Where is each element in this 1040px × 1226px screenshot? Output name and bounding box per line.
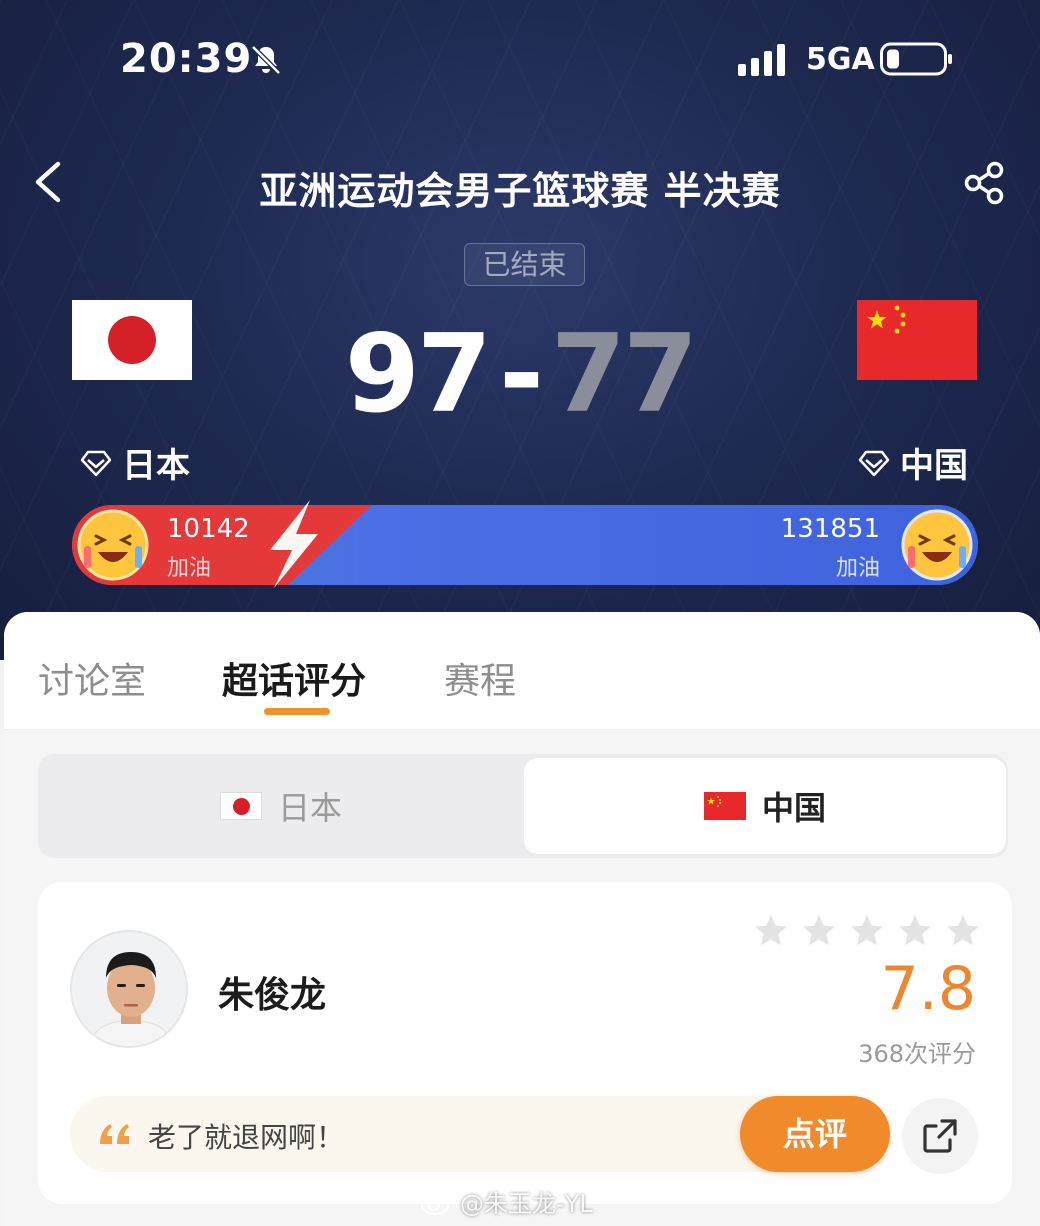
- team-switch-china-label: 中国: [761, 789, 826, 827]
- active-tab-indicator: [264, 708, 330, 715]
- player-name: 朱俊龙: [218, 975, 327, 1016]
- diamond-icon: [80, 450, 112, 476]
- lightning-bolt-icon: [270, 500, 318, 588]
- star-icon[interactable]: [800, 912, 838, 950]
- home-score: 97: [344, 312, 492, 437]
- away-cheer-label: 加油: [835, 556, 880, 581]
- player-photo: [72, 932, 186, 1046]
- share-icon[interactable]: [962, 160, 1008, 206]
- team-switch-japan[interactable]: 日本: [40, 758, 522, 854]
- tab-discussion[interactable]: 讨论室: [38, 652, 146, 704]
- top-comment-text: 老了就退网啊！: [148, 1121, 345, 1154]
- rating-count: 368次评分: [858, 1040, 976, 1068]
- watermark: @朱玉龙-YL: [420, 1184, 593, 1219]
- scoreboard: 97-77: [0, 312, 1040, 437]
- japan-flag-icon: [219, 792, 262, 820]
- tab-bar: [4, 612, 1040, 730]
- signal-icon: [738, 44, 785, 76]
- cheer-away-emoji-icon[interactable]: [900, 508, 974, 582]
- player-avatar[interactable]: [70, 930, 188, 1048]
- network-type: 5GA: [806, 42, 875, 77]
- away-team-name: 中国: [900, 446, 968, 486]
- quote-icon: [100, 1124, 129, 1144]
- home-team-name: 日本: [122, 446, 190, 486]
- home-cheer-label: 加油: [167, 556, 212, 581]
- away-cheer-count: 131851: [780, 514, 880, 544]
- away-team[interactable]: 中国: [858, 438, 968, 487]
- share-rating-button[interactable]: [902, 1098, 978, 1174]
- diamond-icon: [858, 450, 890, 476]
- star-rating[interactable]: [752, 912, 982, 950]
- score-separator: -: [499, 312, 544, 437]
- away-score: 77: [550, 312, 698, 437]
- review-button[interactable]: 点评: [740, 1096, 890, 1172]
- watermark-text: @朱玉龙-YL: [460, 1190, 593, 1218]
- weibo-logo-icon: [420, 1190, 453, 1215]
- player-rating-score: 7.8: [880, 954, 976, 1024]
- external-share-icon: [923, 1119, 957, 1153]
- team-switch-japan-label: 日本: [277, 789, 342, 827]
- home-team[interactable]: 日本: [80, 438, 190, 487]
- star-icon[interactable]: [848, 912, 886, 950]
- star-icon[interactable]: [896, 912, 934, 950]
- team-switch-china[interactable]: 中国: [524, 758, 1006, 854]
- star-icon[interactable]: [944, 912, 982, 950]
- star-icon[interactable]: [752, 912, 790, 950]
- cheer-home-emoji-icon[interactable]: [76, 508, 150, 582]
- bell-muted-icon: [251, 45, 281, 75]
- match-status-badge: 已结束: [464, 243, 585, 286]
- status-time: 20:39: [120, 36, 253, 82]
- home-cheer-count: 10142: [167, 514, 250, 544]
- status-bar: 20:39 5GA: [0, 0, 1040, 120]
- tab-ratings[interactable]: 超话评分: [222, 652, 366, 704]
- china-flag-icon: [703, 792, 746, 820]
- battery-icon: [880, 42, 952, 76]
- tab-schedule[interactable]: 赛程: [444, 652, 516, 704]
- page-title: 亚洲运动会男子篮球赛 半决赛: [259, 169, 781, 213]
